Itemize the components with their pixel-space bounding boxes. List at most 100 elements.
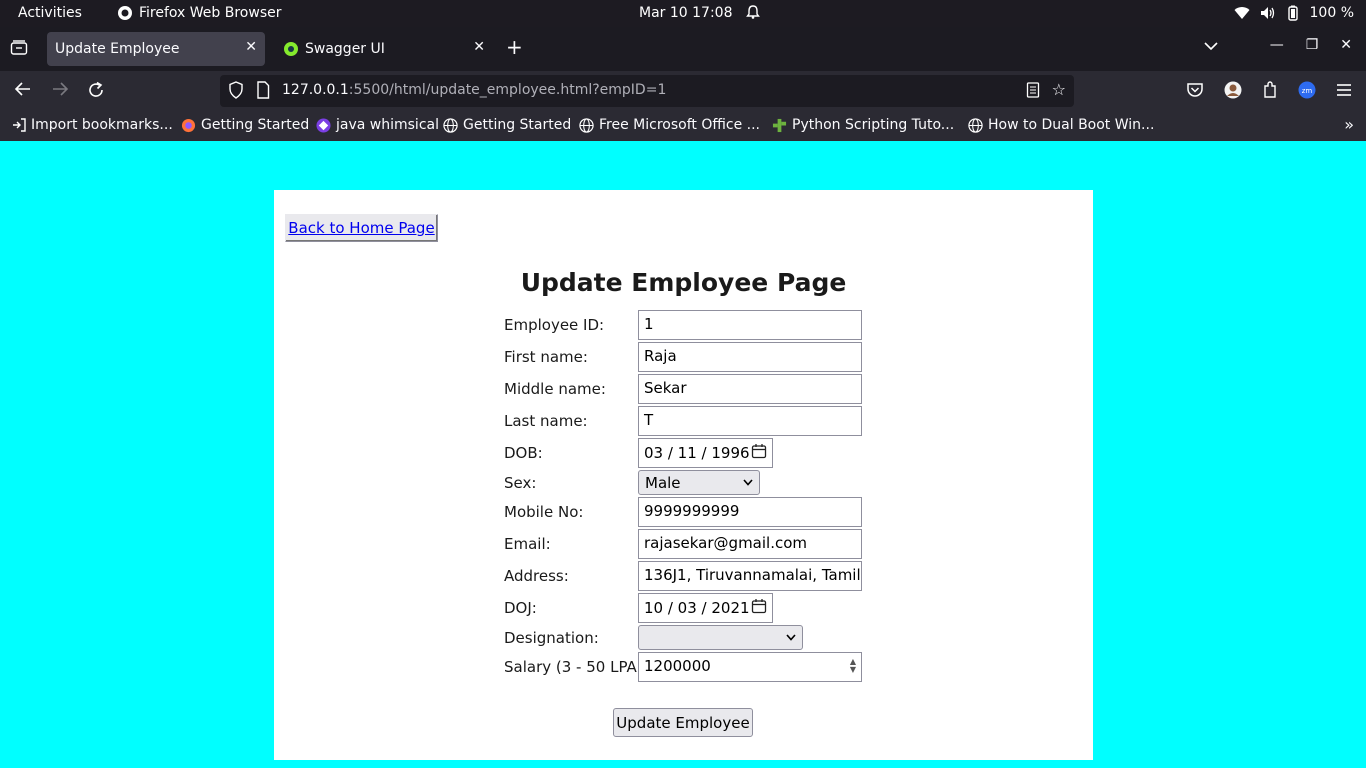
label-dob: DOB: <box>504 444 543 462</box>
battery-percent: 100 % <box>1309 5 1354 21</box>
battery-icon <box>1287 5 1298 21</box>
sex-select[interactable]: Male <box>638 470 760 495</box>
system-tray[interactable]: 100 % <box>1234 5 1354 21</box>
firefox-icon <box>118 6 132 20</box>
doj-date-input[interactable]: 10 / 03 / 2021 <box>638 593 773 623</box>
navigation-bar: 127.0.0.1:5500/html/update_employee.html… <box>0 71 1366 111</box>
bookmark-python-scripting[interactable]: Python Scripting Tuto... <box>772 117 954 133</box>
email-input[interactable]: rajasekar@gmail.com <box>638 529 862 559</box>
last-name-input[interactable]: T <box>638 406 862 436</box>
url-host: 127.0.0.1 <box>282 82 349 98</box>
label-employee-id: Employee ID: <box>504 316 605 334</box>
firefox-icon <box>181 118 196 132</box>
bookmark-java-whimsical[interactable]: java whimsical <box>316 117 439 133</box>
restore-icon[interactable]: ❐ <box>1306 37 1319 53</box>
reload-icon[interactable] <box>87 81 105 104</box>
page-info-icon[interactable] <box>256 81 270 103</box>
url-text[interactable]: 127.0.0.1:5500/html/update_employee.html… <box>282 82 666 98</box>
number-spinner-icon[interactable]: ▲ ▼ <box>850 658 856 674</box>
label-sex: Sex: <box>504 474 537 492</box>
minimize-icon[interactable]: — <box>1270 37 1284 53</box>
volume-icon <box>1260 7 1274 19</box>
close-icon[interactable]: ✕ <box>245 39 257 55</box>
salary-value: 1200000 <box>644 657 711 675</box>
bookmark-label: java whimsical <box>336 117 439 133</box>
label-designation: Designation: <box>504 629 599 647</box>
chevron-right-double-icon[interactable]: » <box>1344 115 1354 134</box>
bookmarks-bar: Import bookmarks... Getting Started java… <box>0 111 1366 141</box>
globe-icon <box>579 117 594 133</box>
back-to-home-button[interactable]: Back to Home Page <box>285 214 438 242</box>
globe-icon <box>443 117 458 133</box>
back-to-home-link[interactable]: Back to Home Page <box>288 219 434 237</box>
bookmark-getting-started-firefox[interactable]: Getting Started <box>181 117 309 133</box>
bookmark-label: Getting Started <box>463 117 572 133</box>
employee-id-input[interactable]: 1 <box>638 310 862 340</box>
tab-update-employee[interactable]: Update Employee ✕ <box>47 32 265 66</box>
calendar-icon[interactable] <box>751 598 767 618</box>
app-name: Firefox Web Browser <box>139 5 282 21</box>
chevron-down-icon <box>743 476 753 489</box>
label-first-name: First name: <box>504 348 588 366</box>
forward-arrow-icon[interactable] <box>51 81 69 102</box>
label-mobile: Mobile No: <box>504 503 584 521</box>
clock[interactable]: Mar 10 17:08 <box>639 5 732 21</box>
import-icon <box>13 118 26 132</box>
designation-select[interactable] <box>638 625 803 650</box>
toolbar-buttons: zm <box>1186 81 1352 99</box>
python-icon <box>772 118 787 132</box>
firefox-view-icon[interactable] <box>10 40 28 60</box>
mobile-input[interactable]: 9999999999 <box>638 497 862 527</box>
url-path: :5500/html/update_employee.html?empID=1 <box>348 82 667 98</box>
chevron-down-icon[interactable] <box>1204 39 1218 55</box>
dob-date-input[interactable]: 03 / 11 / 1996 <box>638 438 773 468</box>
close-icon[interactable]: ✕ <box>473 39 485 55</box>
tab-label: Update Employee <box>55 41 180 57</box>
bell-icon <box>745 4 761 24</box>
tab-strip: Update Employee ✕ Swagger UI ✕ + — ❐ ✕ <box>0 27 1366 71</box>
tab-swagger-ui[interactable]: Swagger UI ✕ <box>275 32 493 66</box>
salary-number-input[interactable]: 1200000 ▲ ▼ <box>638 652 862 682</box>
bookmark-dual-boot[interactable]: How to Dual Boot Win... <box>968 117 1154 133</box>
update-employee-button[interactable]: Update Employee <box>613 708 753 737</box>
middle-name-input[interactable]: Sekar <box>638 374 862 404</box>
hamburger-menu-icon[interactable] <box>1336 83 1352 97</box>
dob-value: 03 / 11 / 1996 <box>644 444 750 462</box>
bookmark-label: Python Scripting Tuto... <box>792 117 955 133</box>
form-card: Back to Home Page Update Employee Page E… <box>274 190 1093 760</box>
page-title: Update Employee Page <box>520 268 847 297</box>
tab-label: Swagger UI <box>305 41 385 57</box>
bookmark-label: Free Microsoft Office ... <box>599 117 760 133</box>
label-address: Address: <box>504 567 569 585</box>
first-name-input[interactable]: Raja <box>638 342 862 372</box>
label-email: Email: <box>504 535 551 553</box>
whimsical-icon <box>316 117 331 133</box>
shield-icon[interactable] <box>228 81 244 103</box>
globe-icon <box>968 117 983 133</box>
bookmark-label: How to Dual Boot Win... <box>988 117 1155 133</box>
close-window-icon[interactable]: ✕ <box>1340 37 1352 53</box>
reader-view-icon[interactable] <box>1026 82 1040 102</box>
bookmark-getting-started[interactable]: Getting Started <box>443 117 571 133</box>
bookmark-label: Import bookmarks... <box>31 117 173 133</box>
activities-button[interactable]: Activities <box>18 5 82 21</box>
app-menu[interactable]: Firefox Web Browser <box>117 5 282 21</box>
account-avatar-icon[interactable] <box>1224 81 1242 99</box>
label-salary: Salary (3 - 50 LPA): <box>504 658 648 676</box>
zoom-extension-icon[interactable]: zm <box>1298 81 1316 99</box>
system-top-bar: Activities Firefox Web Browser Mar 10 17… <box>0 0 1366 27</box>
svg-text:zm: zm <box>1302 87 1313 95</box>
calendar-icon[interactable] <box>751 443 767 463</box>
address-input[interactable]: 136J1, Tiruvannamalai, Tamil I <box>638 561 862 591</box>
label-middle-name: Middle name: <box>504 380 606 398</box>
extensions-icon[interactable] <box>1262 81 1278 99</box>
bookmark-import[interactable]: Import bookmarks... <box>12 117 173 133</box>
doj-value: 10 / 03 / 2021 <box>644 599 750 617</box>
new-tab-button[interactable]: + <box>506 35 523 59</box>
url-bar[interactable]: 127.0.0.1:5500/html/update_employee.html… <box>220 75 1074 107</box>
star-icon[interactable]: ☆ <box>1052 80 1066 99</box>
bookmark-free-microsoft-office[interactable]: Free Microsoft Office ... <box>579 117 760 133</box>
pocket-icon[interactable] <box>1186 82 1204 98</box>
label-doj: DOJ: <box>504 599 537 617</box>
back-arrow-icon[interactable] <box>14 81 32 102</box>
